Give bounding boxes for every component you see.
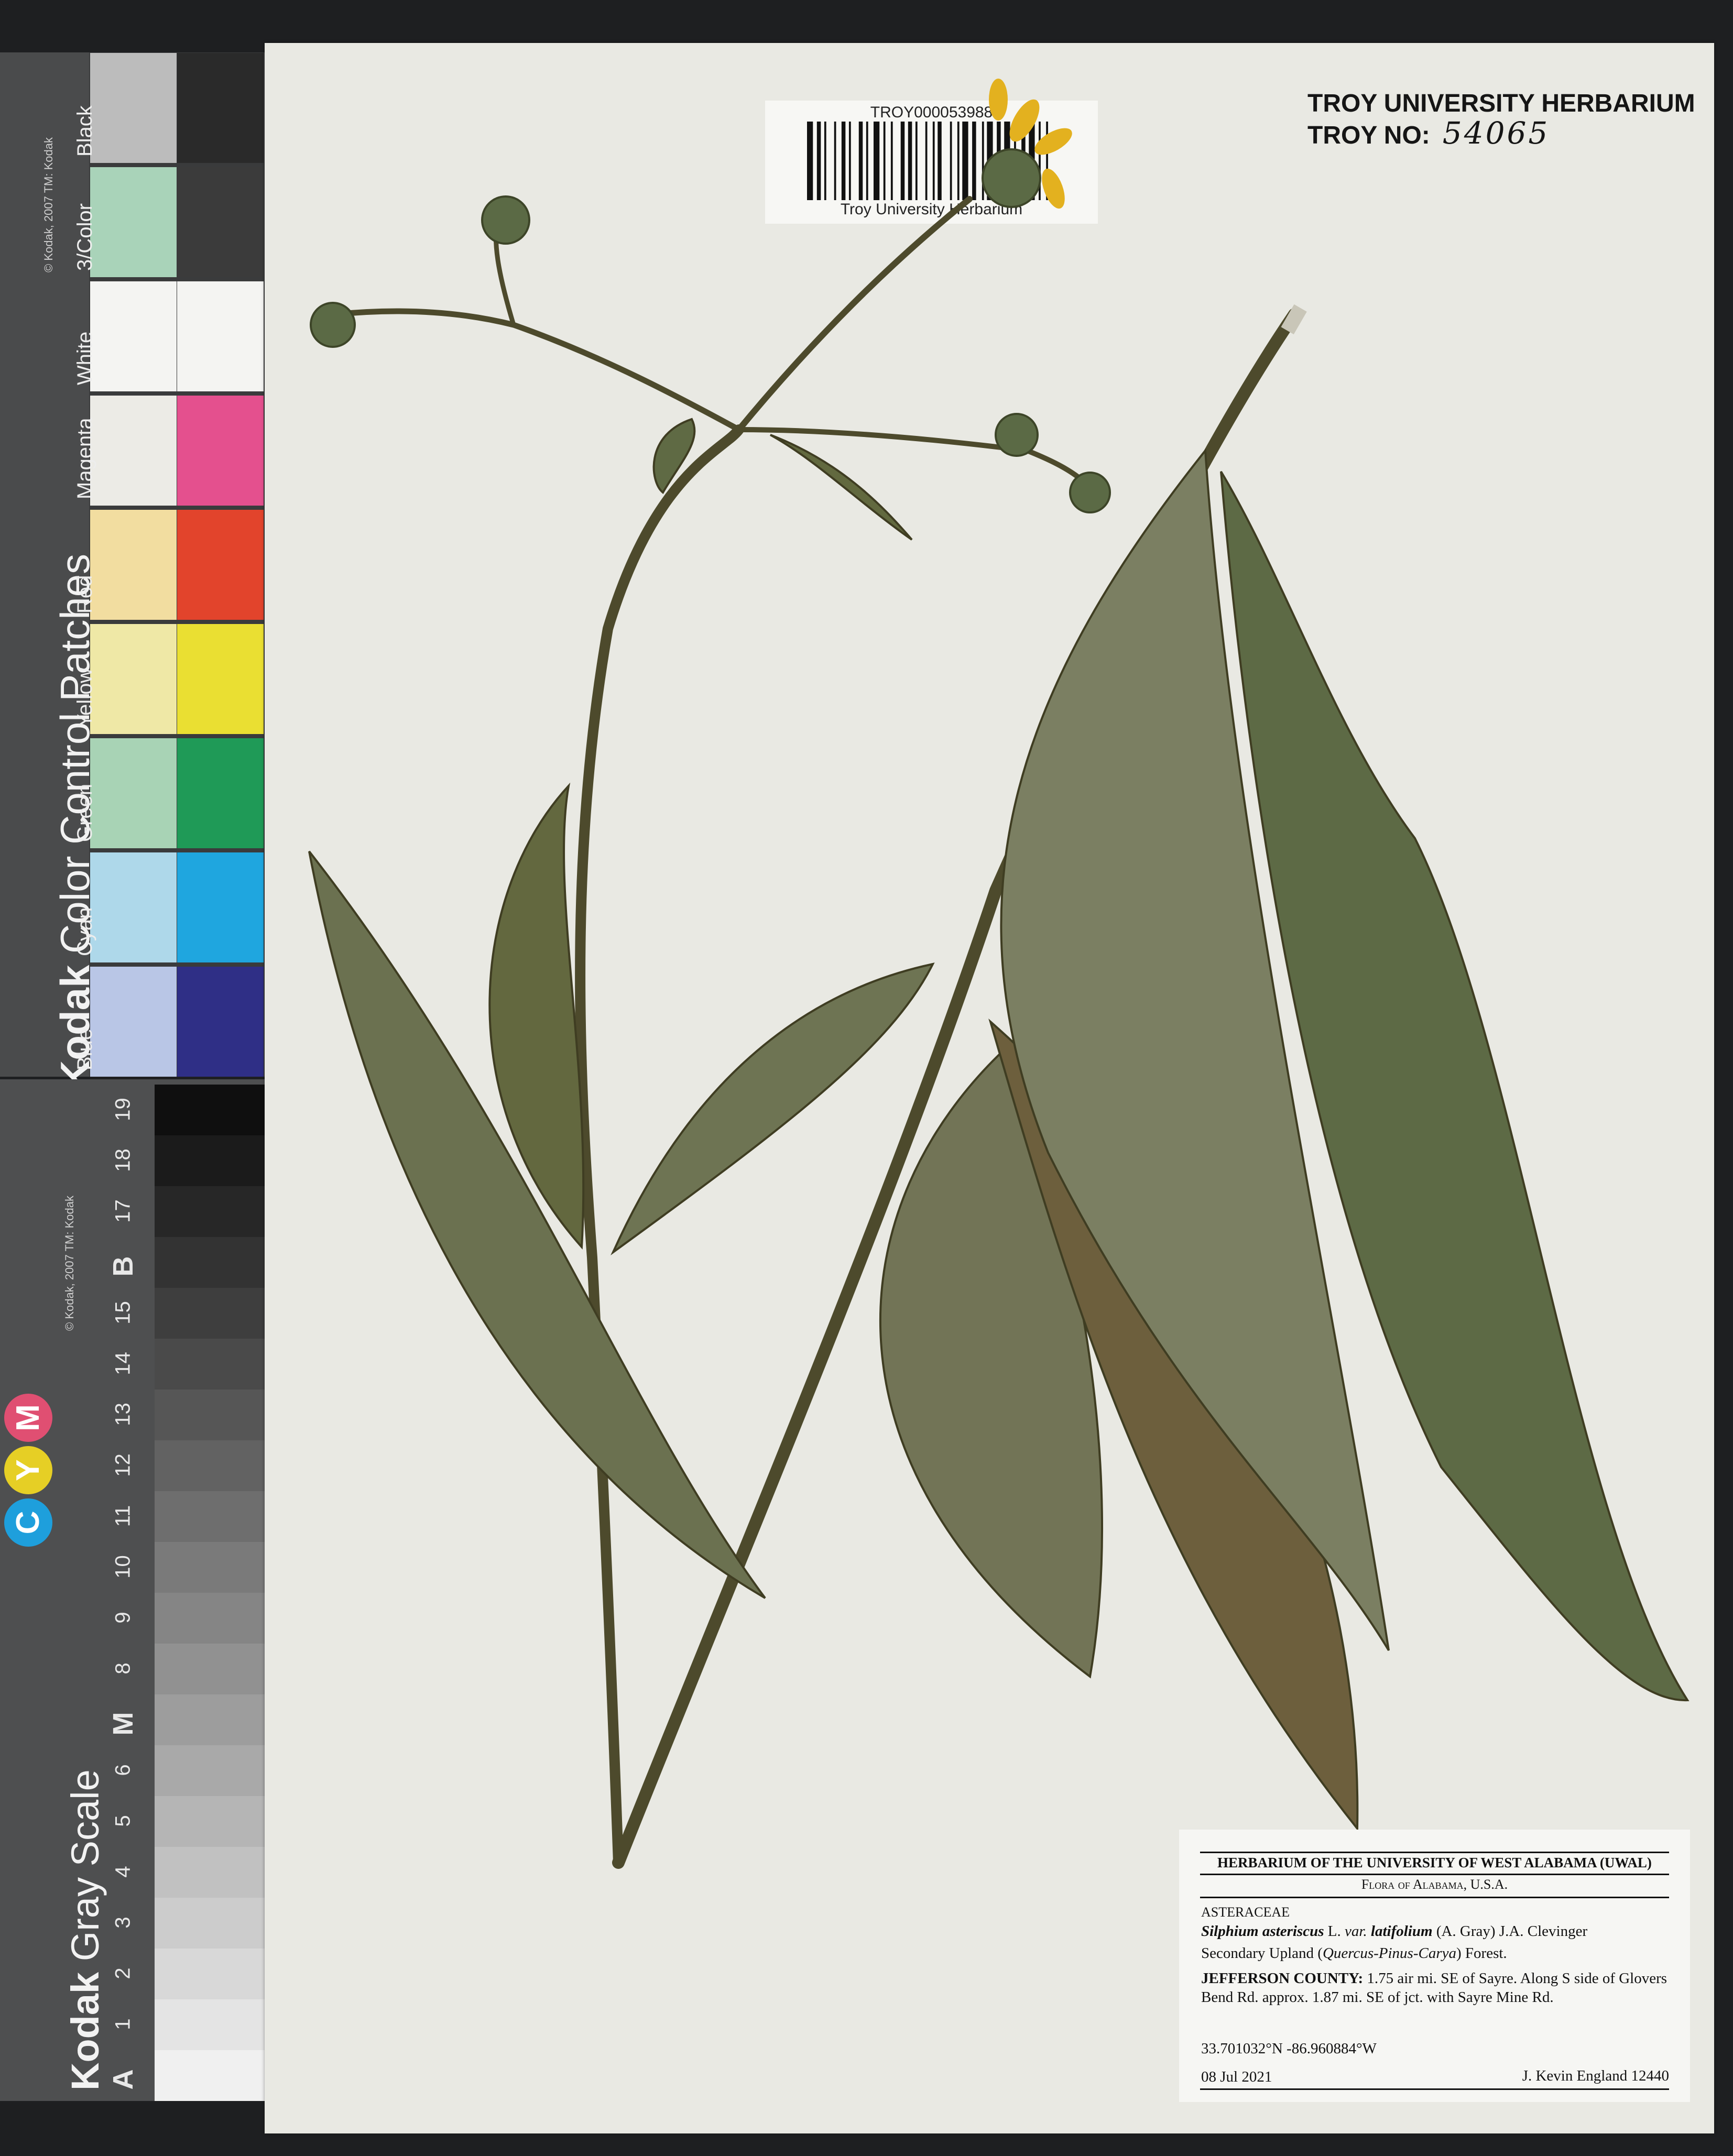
herbarium-stamp-title: TROY UNIVERSITY HERBARIUM <box>1307 90 1695 117</box>
label-locality: JEFFERSON COUNTY: 1.75 air mi. SE of Say… <box>1201 1970 1667 2006</box>
troy-no-value: 54065 <box>1442 115 1550 151</box>
label-subheader: Flora of Alabama, U.S.A. <box>1361 1877 1508 1892</box>
label-habitat: Secondary Upland (Quercus-Pinus-Carya) F… <box>1201 1945 1507 1962</box>
label-coordinates: 33.701032°N -86.960884°W <box>1201 2040 1377 2057</box>
specimen-label: HERBARIUM OF THE UNIVERSITY OF WEST ALAB… <box>1179 1830 1690 2102</box>
label-family: ASTERACEAE <box>1201 1905 1290 1920</box>
herbarium-stamp: TROY UNIVERSITY HERBARIUM TROY NO: 54065 <box>1307 89 1695 150</box>
label-header: HERBARIUM OF THE UNIVERSITY OF WEST ALAB… <box>1217 1855 1652 1870</box>
label-collector: J. Kevin England 12440 <box>1522 2067 1669 2084</box>
label-taxon: Silphium asteriscus L. var. latifolium (… <box>1201 1923 1588 1940</box>
troy-no-label: TROY NO: <box>1307 122 1430 149</box>
